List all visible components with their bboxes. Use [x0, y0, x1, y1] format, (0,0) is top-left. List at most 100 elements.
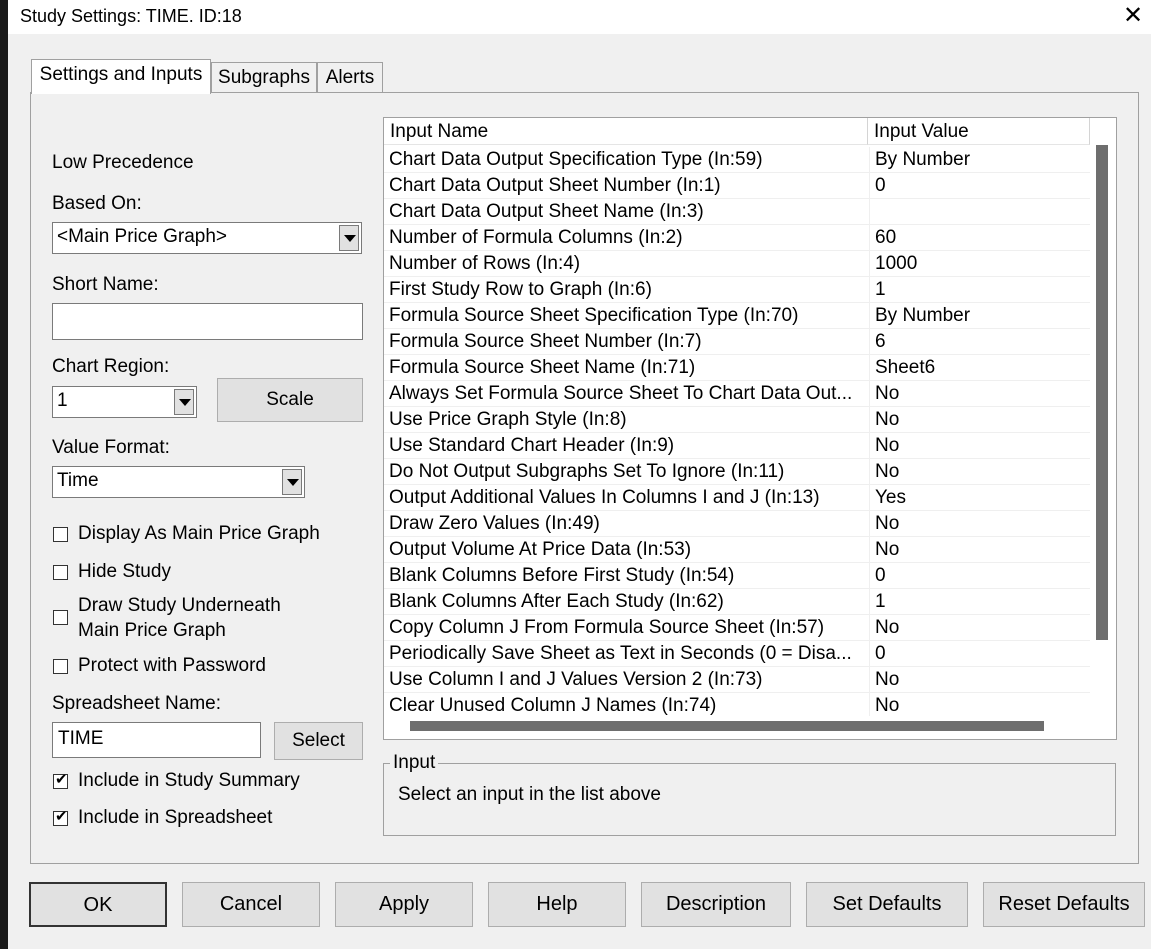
vertical-scrollbar[interactable] — [1096, 145, 1108, 640]
table-row[interactable]: Output Additional Values In Columns I an… — [384, 485, 1090, 511]
input-value-cell[interactable]: 1 — [875, 591, 1085, 613]
input-value-cell[interactable]: 1000 — [875, 253, 1085, 275]
table-row[interactable]: Clear Unused Column J Names (In:74) No — [384, 693, 1090, 716]
select-button[interactable]: Select — [274, 722, 363, 760]
header-input-value[interactable]: Input Value — [868, 118, 1090, 145]
input-value-cell[interactable]: 0 — [875, 175, 1085, 197]
column-divider — [869, 199, 870, 225]
include-spreadsheet-checkbox[interactable]: ✔ — [53, 808, 68, 826]
input-name-cell: Formula Source Sheet Name (In:71) — [389, 357, 696, 378]
table-row[interactable]: Chart Data Output Sheet Name (In:3) — [384, 199, 1090, 225]
input-value-cell[interactable]: Yes — [875, 487, 1085, 509]
input-name-cell: Number of Rows (In:4) — [389, 253, 581, 274]
table-row[interactable]: Chart Data Output Sheet Number (In:1) 0 — [384, 173, 1090, 199]
input-value-cell[interactable]: No — [875, 461, 1085, 483]
input-name-cell: Do Not Output Subgraphs Set To Ignore (I… — [389, 461, 785, 482]
draw-underneath-checkbox[interactable] — [53, 610, 68, 625]
input-description: Select an input in the list above — [398, 784, 662, 805]
table-row[interactable]: Use Column I and J Values Version 2 (In:… — [384, 667, 1090, 693]
table-row[interactable]: Number of Rows (In:4) 1000 — [384, 251, 1090, 277]
table-row[interactable]: Blank Columns After Each Study (In:62) 1 — [384, 589, 1090, 615]
input-value-cell[interactable]: No — [875, 513, 1085, 535]
short-name-label: Short Name: — [52, 274, 159, 295]
table-row[interactable]: Use Price Graph Style (In:8) No — [384, 407, 1090, 433]
table-row[interactable]: Formula Source Sheet Number (In:7) 6 — [384, 329, 1090, 355]
table-row[interactable]: Blank Columns Before First Study (In:54)… — [384, 563, 1090, 589]
value-format-dropdown[interactable]: Time — [52, 466, 305, 498]
column-divider — [869, 459, 870, 485]
table-row[interactable]: Formula Source Sheet Specification Type … — [384, 303, 1090, 329]
table-row[interactable]: Always Set Formula Source Sheet To Chart… — [384, 381, 1090, 407]
input-value-cell[interactable]: No — [875, 383, 1085, 405]
include-summary-checkbox[interactable]: ✔ — [53, 771, 68, 789]
short-name-input[interactable] — [52, 303, 363, 340]
tab-alerts[interactable]: Alerts — [317, 62, 383, 94]
ok-button[interactable]: OK — [29, 882, 167, 927]
display-main-graph-checkbox[interactable] — [53, 527, 68, 542]
tab-settings-and-inputs[interactable]: Settings and Inputs — [31, 59, 211, 94]
table-row[interactable]: Periodically Save Sheet as Text in Secon… — [384, 641, 1090, 667]
input-name-cell: Copy Column J From Formula Source Sheet … — [389, 617, 825, 638]
chevron-down-icon[interactable] — [339, 225, 359, 251]
column-divider — [869, 563, 870, 589]
reset-defaults-button[interactable]: Reset Defaults — [983, 882, 1145, 927]
chevron-down-icon[interactable] — [282, 469, 302, 495]
input-name-cell: Output Additional Values In Columns I an… — [389, 487, 820, 508]
input-value-cell[interactable]: No — [875, 695, 1085, 716]
column-divider — [869, 225, 870, 251]
input-value-cell[interactable]: 1 — [875, 279, 1085, 301]
scale-button[interactable]: Scale — [217, 378, 363, 422]
based-on-dropdown[interactable]: <Main Price Graph> — [52, 222, 362, 254]
draw-underneath-label-line1: Draw Study Underneath — [78, 595, 281, 616]
include-spreadsheet-label: Include in Spreadsheet — [78, 807, 273, 828]
column-divider — [869, 147, 870, 173]
column-divider — [869, 641, 870, 667]
include-summary-label: Include in Study Summary — [78, 770, 300, 791]
input-value-cell[interactable]: No — [875, 435, 1085, 457]
input-value-cell[interactable]: 60 — [875, 227, 1085, 249]
description-button[interactable]: Description — [641, 882, 791, 927]
table-row[interactable]: Do Not Output Subgraphs Set To Ignore (I… — [384, 459, 1090, 485]
cancel-button[interactable]: Cancel — [182, 882, 320, 927]
input-name-cell: Chart Data Output Sheet Name (In:3) — [389, 201, 704, 222]
chevron-down-icon[interactable] — [174, 389, 194, 415]
input-name-cell: Number of Formula Columns (In:2) — [389, 227, 683, 248]
table-row[interactable]: First Study Row to Graph (In:6) 1 — [384, 277, 1090, 303]
table-row[interactable]: Use Standard Chart Header (In:9) No — [384, 433, 1090, 459]
input-value-cell[interactable]: 6 — [875, 331, 1085, 353]
input-value-cell[interactable]: By Number — [875, 149, 1085, 171]
table-row[interactable]: Formula Source Sheet Name (In:71) Sheet6 — [384, 355, 1090, 381]
table-row[interactable]: Copy Column J From Formula Source Sheet … — [384, 615, 1090, 641]
input-value-cell[interactable]: Sheet6 — [875, 357, 1085, 379]
input-value-cell[interactable]: No — [875, 669, 1085, 691]
checkmark-icon: ✔ — [55, 808, 68, 825]
input-value-cell[interactable]: No — [875, 617, 1085, 639]
input-name-cell: Chart Data Output Sheet Number (In:1) — [389, 175, 721, 196]
header-input-name[interactable]: Input Name — [384, 118, 868, 145]
set-defaults-button[interactable]: Set Defaults — [806, 882, 968, 927]
close-icon[interactable]: ✕ — [1120, 2, 1146, 30]
table-row[interactable]: Draw Zero Values (In:49) No — [384, 511, 1090, 537]
input-value-cell[interactable]: 0 — [875, 565, 1085, 587]
inputs-list[interactable]: Input Name Input Value Chart Data Output… — [383, 117, 1117, 740]
input-group-label: Input — [390, 752, 439, 774]
input-value-cell[interactable]: No — [875, 409, 1085, 431]
input-value-cell[interactable]: 0 — [875, 643, 1085, 665]
table-row[interactable]: Chart Data Output Specification Type (In… — [384, 147, 1090, 173]
inputs-rows: Chart Data Output Specification Type (In… — [384, 147, 1090, 716]
apply-button[interactable]: Apply — [335, 882, 473, 927]
spreadsheet-name-label: Spreadsheet Name: — [52, 693, 221, 714]
hide-study-checkbox[interactable] — [53, 565, 68, 580]
horizontal-scrollbar[interactable] — [410, 721, 1044, 731]
chart-region-dropdown[interactable]: 1 — [52, 386, 197, 418]
table-row[interactable]: Output Volume At Price Data (In:53) No — [384, 537, 1090, 563]
protect-password-checkbox[interactable] — [53, 659, 68, 674]
help-button[interactable]: Help — [488, 882, 626, 927]
input-value-cell[interactable]: By Number — [875, 305, 1085, 327]
input-value-cell[interactable]: No — [875, 539, 1085, 561]
column-divider — [869, 303, 870, 329]
table-row[interactable]: Number of Formula Columns (In:2) 60 — [384, 225, 1090, 251]
tab-subgraphs[interactable]: Subgraphs — [211, 62, 317, 94]
value-format-label: Value Format: — [52, 437, 170, 458]
spreadsheet-name-input[interactable]: TIME — [52, 722, 261, 758]
